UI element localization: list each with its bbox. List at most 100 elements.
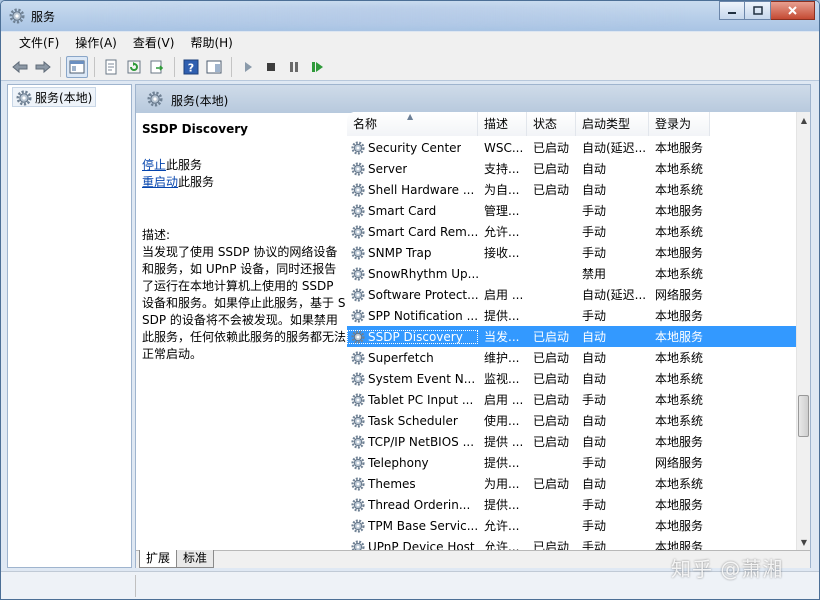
services-gear-icon: [16, 90, 32, 106]
service-startup-type: 自动: [582, 183, 607, 197]
stop-service-link[interactable]: 停止: [142, 158, 166, 172]
service-gear-icon: [351, 393, 365, 407]
service-name: SnowRhythm Up...: [368, 266, 478, 281]
service-name: Software Protect...: [368, 287, 478, 302]
service-description: 提供...: [484, 498, 520, 512]
column-header-name[interactable]: ▲ 名称: [347, 112, 478, 136]
column-header-startup-type[interactable]: 启动类型: [576, 112, 649, 136]
service-startup-type: 手动: [582, 519, 607, 533]
menu-help[interactable]: 帮助(H): [182, 34, 240, 51]
services-gear-icon: [147, 91, 163, 107]
service-description: 启用 ...: [484, 288, 524, 302]
menu-view[interactable]: 查看(V): [125, 34, 183, 51]
sort-ascending-icon: ▲: [407, 112, 414, 121]
service-gear-icon: [351, 351, 365, 365]
service-gear-icon: [351, 372, 365, 386]
service-description: 接收...: [484, 246, 520, 260]
service-description: 监视...: [484, 372, 520, 386]
table-row[interactable]: Themes 为用... 已启动 自动 本地系统: [347, 473, 797, 494]
service-name: Tablet PC Input ...: [368, 392, 474, 407]
scroll-down-button[interactable]: ▼: [797, 534, 810, 550]
restart-service-link[interactable]: 重启动: [142, 175, 178, 189]
table-row[interactable]: UPnP Device Host 允许... 已启动 手动 本地服务: [347, 536, 797, 550]
list-rows: Security Center WSC... 已启动 自动(延迟... 本地服务 Serv…: [347, 137, 797, 550]
service-description: 管理...: [484, 204, 520, 218]
service-description: 为用...: [484, 477, 520, 491]
service-gear-icon: [351, 498, 365, 512]
toolbar-separator: [94, 56, 95, 77]
service-status: 已启动: [533, 141, 570, 155]
service-gear-icon: [351, 414, 365, 428]
menu-file[interactable]: 文件(F): [11, 34, 67, 51]
service-status: 已启动: [533, 372, 570, 386]
table-row[interactable]: SNMP Trap 接收... 手动 本地服务: [347, 242, 797, 263]
services-list: ▲ 名称 描述 状态 启动类型 登录为 Security Center WSC..…: [347, 112, 810, 550]
toolbar-separator: [231, 56, 232, 77]
table-row[interactable]: SPP Notification ... 提供... 手动 本地服务: [347, 305, 797, 326]
table-row[interactable]: SnowRhythm Up... 禁用 本地系统: [347, 263, 797, 284]
table-row[interactable]: Smart Card 管理... 手动 本地服务: [347, 200, 797, 221]
service-log-on-as: 本地服务: [655, 141, 704, 155]
tab-extended[interactable]: 扩展: [139, 550, 178, 568]
service-name: Server: [368, 161, 408, 176]
close-button[interactable]: [771, 1, 815, 20]
restart-icon: [312, 61, 323, 72]
tree-item-services-local[interactable]: 服务(本地): [12, 87, 97, 107]
tab-standard[interactable]: 标准: [176, 550, 215, 568]
back-arrow-icon: [12, 60, 28, 73]
table-row[interactable]: Smart Card Rem... 允许... 手动 本地系统: [347, 221, 797, 242]
scroll-up-button[interactable]: ▲: [797, 112, 810, 128]
service-gear-icon: [351, 477, 365, 491]
service-description: 启用 ...: [484, 393, 524, 407]
title-bar[interactable]: 服务: [1, 1, 819, 31]
column-header-status[interactable]: 状态: [527, 112, 576, 136]
service-log-on-as: 本地系统: [655, 414, 704, 428]
table-row[interactable]: TPM Base Servic... 允许... 手动 本地服务: [347, 515, 797, 536]
table-row[interactable]: Security Center WSC... 已启动 自动(延迟... 本地服务: [347, 137, 797, 158]
list-header: ▲ 名称 描述 状态 启动类型 登录为: [347, 112, 710, 136]
table-row[interactable]: Shell Hardware ... 为自... 已启动 自动 本地系统: [347, 179, 797, 200]
refresh-button[interactable]: [123, 56, 145, 78]
column-header-description[interactable]: 描述: [478, 112, 527, 136]
service-name-cell: Smart Card: [347, 204, 478, 218]
service-name-cell: SPP Notification ...: [347, 309, 478, 323]
scroll-thumb[interactable]: [798, 395, 809, 437]
service-name-cell: Superfetch: [347, 351, 478, 365]
export-list-button[interactable]: [146, 56, 168, 78]
table-row[interactable]: Task Scheduler 使用... 已启动 自动 本地系统: [347, 410, 797, 431]
service-log-on-as: 本地系统: [655, 477, 704, 491]
back-button[interactable]: [9, 56, 31, 78]
table-row[interactable]: TCP/IP NetBIOS ... 提供 ... 已启动 自动 本地服务: [347, 431, 797, 452]
service-gear-icon: [351, 288, 365, 302]
table-row[interactable]: Tablet PC Input ... 启用 ... 已启动 手动 本地系统: [347, 389, 797, 410]
column-header-log-on-as[interactable]: 登录为: [649, 112, 710, 136]
properties-button[interactable]: [100, 56, 122, 78]
table-row[interactable]: Superfetch 维护... 已启动 自动 本地系统: [347, 347, 797, 368]
restart-service-button[interactable]: [306, 56, 328, 78]
service-name: SSDP Discovery: [368, 329, 463, 344]
tree-item-label: 服务(本地): [35, 91, 93, 105]
pause-service-button[interactable]: [283, 56, 305, 78]
table-row[interactable]: Software Protect... 启用 ... 自动(延迟... 网络服务: [347, 284, 797, 305]
maximize-button[interactable]: [745, 1, 771, 20]
service-name: Smart Card: [368, 203, 437, 218]
menu-action[interactable]: 操作(A): [67, 34, 125, 51]
show-console-tree-button[interactable]: [66, 55, 88, 78]
service-status: 已启动: [533, 162, 570, 176]
service-gear-icon: [351, 141, 365, 155]
service-log-on-as: 本地服务: [655, 309, 704, 323]
minimize-button[interactable]: [719, 1, 745, 20]
table-row[interactable]: Server 支持... 已启动 自动 本地系统: [347, 158, 797, 179]
table-row[interactable]: SSDP Discovery 当发... 已启动 自动 本地服务: [347, 326, 797, 347]
table-row[interactable]: Telephony 提供... 手动 网络服务: [347, 452, 797, 473]
vertical-scrollbar[interactable]: ▲ ▼: [796, 112, 810, 550]
service-log-on-as: 本地服务: [655, 246, 704, 260]
show-action-pane-button[interactable]: [203, 56, 225, 78]
table-row[interactable]: System Event N... 监视... 已启动 自动 本地系统: [347, 368, 797, 389]
stop-service-button[interactable]: [260, 56, 282, 78]
forward-button[interactable]: [32, 56, 54, 78]
column-header-label: 名称: [353, 117, 378, 131]
table-row[interactable]: Thread Orderin... 提供... 手动 本地服务: [347, 494, 797, 515]
help-button[interactable]: ?: [180, 56, 202, 78]
start-service-button[interactable]: [237, 56, 259, 78]
